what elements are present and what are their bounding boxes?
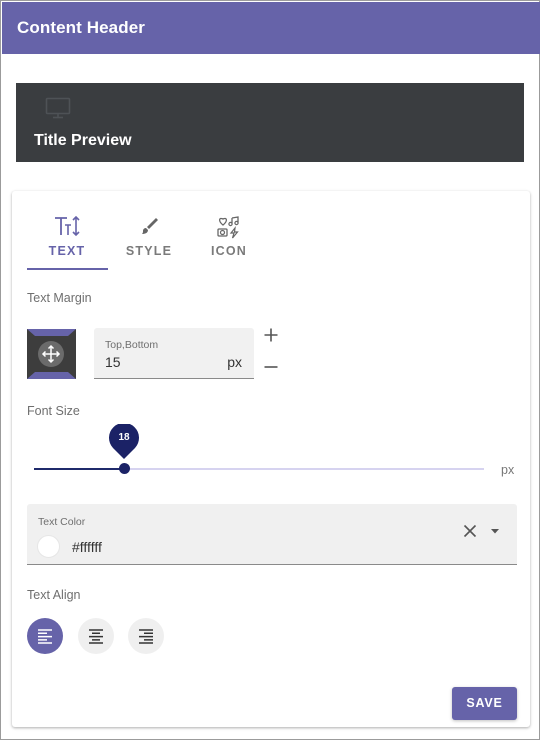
tab-style-label: STYLE bbox=[125, 244, 173, 258]
tab-style[interactable]: STYLE bbox=[109, 211, 189, 269]
font-size-unit: px bbox=[501, 463, 515, 477]
margin-input[interactable]: Top,Bottom 15 px bbox=[94, 328, 254, 379]
settings-card: TEXT STYLE ICON Text Margin Top,Bottom 1… bbox=[12, 191, 530, 727]
text-color-field[interactable]: Text Color #ffffff bbox=[27, 504, 517, 565]
preview-title: Title Preview bbox=[34, 132, 132, 149]
tab-icon[interactable]: ICON bbox=[189, 211, 269, 269]
chevron-down-icon[interactable] bbox=[489, 525, 501, 537]
margin-side-selector[interactable] bbox=[27, 329, 76, 379]
tab-text-label: TEXT bbox=[48, 244, 86, 258]
clear-icon[interactable] bbox=[462, 523, 478, 539]
icon-collection-icon bbox=[217, 216, 239, 239]
text-color-value: #ffffff bbox=[72, 539, 102, 555]
align-right-button[interactable] bbox=[128, 618, 164, 654]
text-align-label: Text Align bbox=[27, 588, 81, 602]
move-icon bbox=[41, 344, 61, 364]
align-left-button[interactable] bbox=[27, 618, 63, 654]
brush-icon bbox=[142, 218, 158, 234]
editor-window: Content Header Title Preview TEXT STYLE bbox=[0, 0, 540, 740]
slider-value-label: 18 bbox=[118, 432, 130, 443]
align-right-icon bbox=[139, 629, 153, 644]
margin-value: 15 bbox=[105, 354, 121, 370]
text-margin-label: Text Margin bbox=[27, 291, 92, 305]
align-center-button[interactable] bbox=[78, 618, 114, 654]
align-center-icon bbox=[89, 629, 103, 644]
tab-icon-label: ICON bbox=[210, 244, 248, 258]
monitor-icon bbox=[45, 97, 71, 119]
font-size-slider-thumb[interactable] bbox=[118, 463, 130, 474]
active-tab-indicator bbox=[27, 268, 108, 270]
align-left-icon bbox=[38, 629, 52, 644]
save-button[interactable]: SAVE bbox=[452, 687, 517, 720]
increment-button[interactable] bbox=[263, 327, 279, 343]
text-size-icon bbox=[55, 215, 80, 237]
font-size-label: Font Size bbox=[27, 404, 80, 418]
margin-unit: px bbox=[227, 354, 242, 370]
page-title: Content Header bbox=[17, 18, 145, 37]
title-preview: Title Preview bbox=[16, 83, 524, 162]
font-size-slider-fill bbox=[34, 468, 124, 470]
header-bar: Content Header bbox=[2, 2, 540, 54]
color-swatch[interactable] bbox=[37, 535, 60, 558]
text-color-label: Text Color bbox=[38, 516, 86, 528]
decrement-button[interactable] bbox=[263, 359, 279, 375]
tab-text[interactable]: TEXT bbox=[27, 211, 107, 269]
margin-field-label: Top,Bottom bbox=[105, 339, 159, 351]
